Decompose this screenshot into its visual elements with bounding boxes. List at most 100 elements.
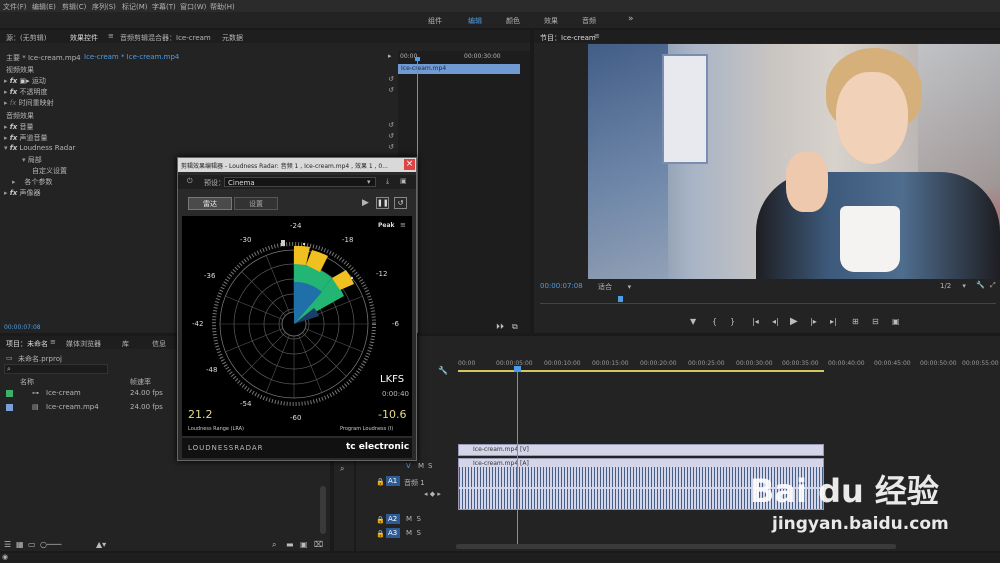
play-only-icon[interactable]: ▸ xyxy=(388,52,392,60)
track-v-lock[interactable]: V xyxy=(406,462,411,470)
reset-motion-icon[interactable]: ↺ xyxy=(388,75,394,83)
effect-opacity[interactable]: ▸ fx 不透明度 xyxy=(4,87,48,97)
project-col-name[interactable]: 名称 xyxy=(20,377,34,387)
program-scrubber[interactable] xyxy=(540,296,996,304)
program-video-frame[interactable] xyxy=(588,44,1000,279)
effect-loudness-radar[interactable]: ▾ fx Loudness Radar xyxy=(4,144,75,152)
workspace-effects[interactable]: 效果 xyxy=(544,16,558,26)
master-clip-label[interactable]: 主要 * Ice-cream.mp4 xyxy=(6,53,81,63)
mark-out-icon[interactable]: } xyxy=(730,317,735,326)
menu-marker[interactable]: 标记(M) xyxy=(122,2,148,12)
step-forward-icon[interactable]: |▸ xyxy=(810,317,817,326)
preset-select[interactable]: Cinema ▾ xyxy=(224,177,376,187)
dialog-titlebar[interactable]: 剪辑效果编辑器 - Loudness Radar: 音频 1 , Ice-cre… xyxy=(178,158,416,172)
step-back-icon[interactable]: ◂| xyxy=(772,317,779,326)
timeline-playhead[interactable] xyxy=(517,366,518,544)
track-solo-icon[interactable]: S xyxy=(428,462,432,470)
sequence-clip-label[interactable]: Ice-cream * Ice-cream.mp4 xyxy=(84,53,179,61)
track-a1-keyframe-icon[interactable]: ◂ ◆ ▸ xyxy=(424,490,441,498)
program-ratio-select[interactable]: 1/2 ▾ xyxy=(940,282,966,290)
icon-view-icon[interactable]: ▦ xyxy=(16,540,24,549)
menu-help[interactable]: 帮助(H) xyxy=(210,2,235,12)
clear-icon[interactable]: ⌧ xyxy=(314,540,323,549)
loudness-params[interactable]: ▸ 各个参数 xyxy=(12,177,52,187)
program-timecode[interactable]: 00:00:07:08 xyxy=(540,282,583,290)
panel-menu-icon[interactable]: ≡ xyxy=(108,32,114,40)
workspace-assembly[interactable]: 组件 xyxy=(428,16,442,26)
effect-motion[interactable]: ▸ fx ▣▸ 运动 xyxy=(4,76,46,86)
preset-delete-icon[interactable]: ▣ xyxy=(400,177,407,185)
project-item-1[interactable]: ▤ Ice-cream.mp4 24.00 fps xyxy=(4,402,176,413)
radar-reset-button[interactable]: ↺ xyxy=(394,197,407,209)
tab-info[interactable]: 信息 xyxy=(152,339,166,349)
marker-icon[interactable]: ▼ xyxy=(690,317,696,326)
magnify-tool-icon[interactable]: ⌕ xyxy=(340,464,344,474)
tab-media-browser[interactable]: 媒体浏览器 xyxy=(66,339,101,349)
go-to-out-icon[interactable]: ▸| xyxy=(830,317,837,326)
new-bin-icon[interactable]: ▬ xyxy=(286,540,294,549)
project-item-0[interactable]: ⊶ Ice-cream 24.00 fps xyxy=(4,388,176,399)
track-a2-lock-icon[interactable]: 🔒 xyxy=(376,516,385,524)
track-mute-icon[interactable]: M xyxy=(418,462,424,470)
reset-opacity-icon[interactable]: ↺ xyxy=(388,86,394,94)
camera-icon[interactable]: ▣ xyxy=(892,317,900,326)
program-title[interactable]: 节目：Ice-cream xyxy=(540,33,596,43)
work-area-bar[interactable] xyxy=(458,370,824,372)
timeline-ruler[interactable]: 00:00 00:00:05:00 00:00:10:00 00:00:15:0… xyxy=(456,358,1000,374)
lift-icon[interactable]: ⊞ xyxy=(852,317,859,326)
tab-source[interactable]: 源：(无剪辑) xyxy=(6,33,46,43)
effect-time-remap[interactable]: ▸ fx 时间重映射 xyxy=(4,98,54,108)
effect-volume[interactable]: ▸ fx 音量 xyxy=(4,122,34,132)
program-menu-icon[interactable]: ≡ xyxy=(594,32,600,40)
go-to-in-icon[interactable]: |◂ xyxy=(752,317,759,326)
effect-playhead-handle[interactable] xyxy=(415,57,420,61)
video-clip[interactable]: Ice-cream.mp4 [V] xyxy=(458,444,824,456)
track-a2-ms[interactable]: M S xyxy=(406,515,421,523)
tab-project[interactable]: 项目：未命名 xyxy=(6,339,48,349)
menu-file[interactable]: 文件(F) xyxy=(3,2,27,12)
effect-channel-volume[interactable]: ▸ fx 声道音量 xyxy=(4,133,48,143)
workspace-color[interactable]: 颜色 xyxy=(506,16,520,26)
dialog-close-button[interactable]: × xyxy=(404,159,415,170)
tab-metadata[interactable]: 元数据 xyxy=(222,33,243,43)
timeline-hscrollbar[interactable] xyxy=(456,544,896,549)
zoom-slider-icon[interactable]: ○─── xyxy=(40,540,61,549)
effect-playhead[interactable] xyxy=(417,59,418,333)
sort-icon[interactable]: ▲▾ xyxy=(96,540,106,549)
effect-panner[interactable]: ▸ fx 声像器 xyxy=(4,188,41,198)
workspace-editing[interactable]: 编辑 xyxy=(468,16,482,26)
project-menu-icon[interactable]: ≡ xyxy=(50,338,56,346)
program-settings-icon[interactable]: 🔧 xyxy=(976,281,985,289)
menu-title[interactable]: 字幕(T) xyxy=(152,2,176,12)
effect-footer-timecode[interactable]: 00:00:07:08 xyxy=(4,324,41,331)
menu-edit[interactable]: 编辑(E) xyxy=(32,2,56,12)
menu-clip[interactable]: 剪辑(C) xyxy=(62,2,86,12)
project-col-fps[interactable]: 帧速率 xyxy=(130,377,151,387)
program-playhead[interactable] xyxy=(618,296,623,302)
play-icon[interactable]: ▶ xyxy=(790,316,798,327)
power-icon[interactable]: ⏻ xyxy=(187,177,193,186)
track-a3-ms[interactable]: M S xyxy=(406,529,421,537)
reset-channel-icon[interactable]: ↺ xyxy=(388,132,394,140)
radar-display[interactable]: Peak ≡ -24 -18 -12 -6 -60 -54 -48 -42 -3… xyxy=(182,216,412,436)
program-expand-icon[interactable]: ⤢ xyxy=(990,281,996,290)
menu-sequence[interactable]: 序列(S) xyxy=(92,2,116,12)
tab-audio-clip-mixer[interactable]: 音频剪辑混合器：Ice-cream xyxy=(120,33,211,43)
track-a1-name[interactable]: 音频 1 xyxy=(404,478,425,488)
loudness-custom-setup[interactable]: 自定义设置 xyxy=(32,166,67,176)
loudness-local[interactable]: ▾ 局部 xyxy=(22,155,42,165)
tab-radar[interactable]: 雷达 xyxy=(188,197,232,210)
extract-icon[interactable]: ⊟ xyxy=(872,317,879,326)
find-icon[interactable]: ⌕ xyxy=(272,540,276,550)
list-view-icon[interactable]: ☰ xyxy=(4,540,11,549)
program-fit-select[interactable]: 适合 ▾ xyxy=(598,282,631,292)
tab-libraries[interactable]: 库 xyxy=(122,339,129,349)
timeline-settings-icon[interactable]: 🔧 xyxy=(438,366,448,375)
radar-pause-button[interactable]: ❚❚ xyxy=(376,197,389,209)
workspace-more-icon[interactable]: » xyxy=(628,14,634,24)
tab-effect-controls[interactable]: 效果控件 xyxy=(70,33,98,43)
filter-icon[interactable]: ⏵⏵ xyxy=(496,322,504,332)
tab-settings[interactable]: 设置 xyxy=(234,197,278,210)
track-a3-lock-icon[interactable]: 🔒 xyxy=(376,530,385,538)
new-item-icon[interactable]: ▣ xyxy=(300,540,308,549)
